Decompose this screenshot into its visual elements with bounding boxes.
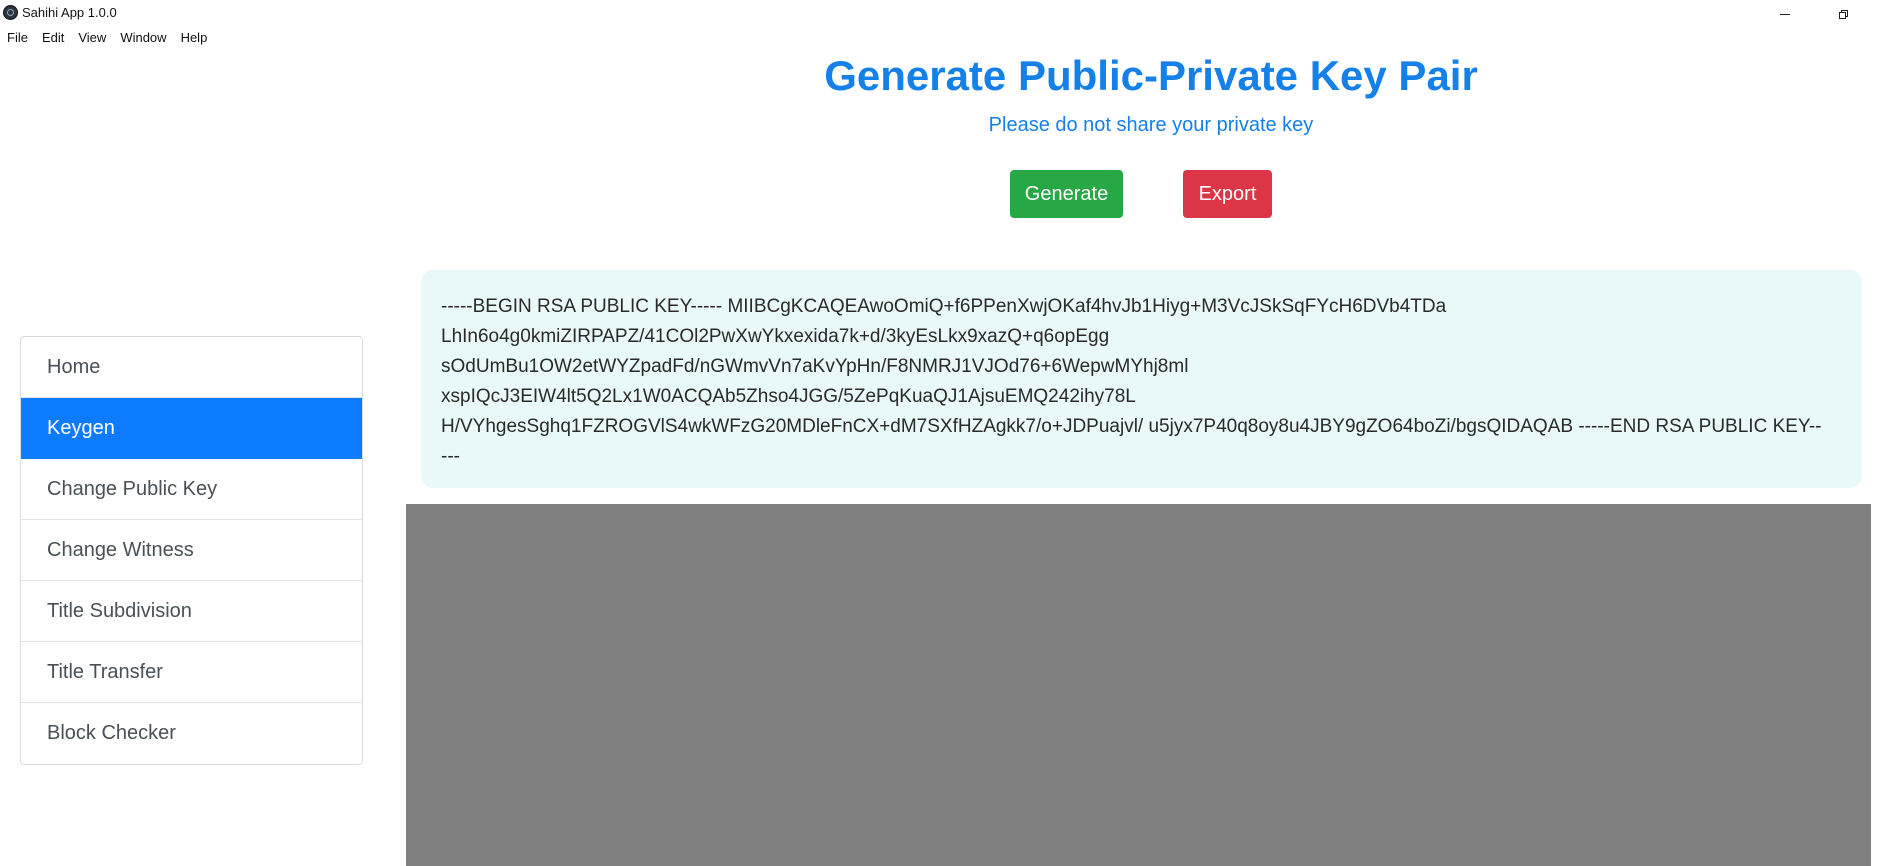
menu-help[interactable]: Help bbox=[174, 28, 215, 50]
app-logo-icon bbox=[3, 5, 18, 20]
window-title: Sahihi App 1.0.0 bbox=[22, 5, 117, 20]
sidebar-item-block-checker[interactable]: Block Checker bbox=[21, 703, 362, 764]
key-line: --- bbox=[441, 446, 460, 467]
key-line: sOdUmBu1OW2etWYZpadFd/nGWmvVn7aKvYpHn/F8… bbox=[441, 356, 1189, 377]
page-title: Generate Public-Private Key Pair bbox=[824, 52, 1478, 99]
key-line: -----BEGIN RSA PUBLIC KEY----- MIIBCgKCA… bbox=[441, 296, 1447, 317]
sidebar-item-home[interactable]: Home bbox=[21, 337, 362, 398]
key-line: LhIn6o4g0kmiZIRPAPZ/41COl2PwXwYkxexida7k… bbox=[441, 326, 1110, 347]
page-subtitle: Please do not share your private key bbox=[988, 114, 1314, 136]
menu-bar: File Edit View Window Help bbox=[0, 28, 214, 50]
sidebar-item-keygen[interactable]: Keygen bbox=[21, 398, 362, 459]
generate-button[interactable]: Generate bbox=[1010, 170, 1123, 218]
export-button[interactable]: Export bbox=[1183, 170, 1272, 218]
minimize-button[interactable] bbox=[1762, 0, 1808, 28]
restore-icon bbox=[1838, 9, 1848, 19]
menu-file[interactable]: File bbox=[0, 28, 35, 50]
restore-button[interactable] bbox=[1820, 0, 1866, 28]
sidebar-item-change-public-key[interactable]: Change Public Key bbox=[21, 459, 362, 520]
title-bar: Sahihi App 1.0.0 bbox=[0, 0, 1882, 24]
sidebar-item-title-subdivision[interactable]: Title Subdivision bbox=[21, 581, 362, 642]
menu-edit[interactable]: Edit bbox=[35, 28, 71, 50]
key-line: xspIQcJ3EIW4lt5Q2Lx1W0ACQAb5Zhso4JGG/5Ze… bbox=[441, 386, 1136, 407]
sidebar-nav: Home Keygen Change Public Key Change Wit… bbox=[20, 336, 363, 765]
menu-view[interactable]: View bbox=[71, 28, 113, 50]
menu-window[interactable]: Window bbox=[113, 28, 173, 50]
sidebar-item-change-witness[interactable]: Change Witness bbox=[21, 520, 362, 581]
content-placeholder-panel bbox=[406, 504, 1871, 866]
key-line: H/VYhgesSghq1FZROGVlS4wkWFzG20MDleFnCX+d… bbox=[441, 416, 1822, 437]
sidebar-item-title-transfer[interactable]: Title Transfer bbox=[21, 642, 362, 703]
minimize-icon bbox=[1780, 13, 1790, 15]
public-key-output[interactable]: -----BEGIN RSA PUBLIC KEY----- MIIBCgKCA… bbox=[421, 270, 1862, 488]
